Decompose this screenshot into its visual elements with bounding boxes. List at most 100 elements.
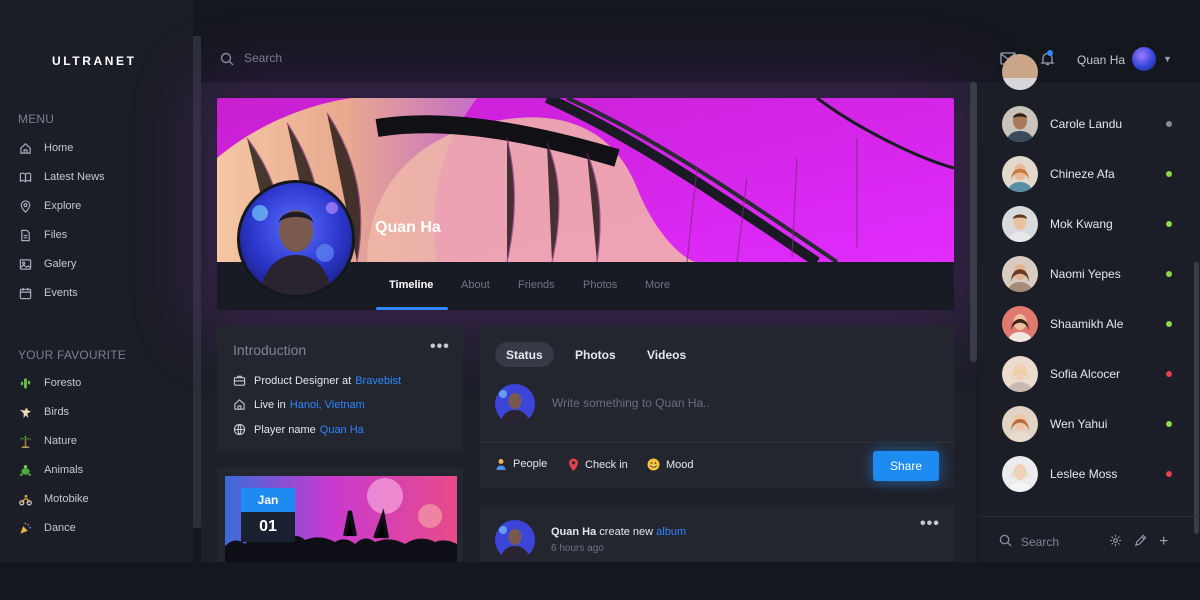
post-author-avatar[interactable] <box>495 520 535 560</box>
contact-name: Naomi Yepes <box>1050 267 1121 281</box>
sidebar-scrollbar[interactable] <box>193 36 201 528</box>
post-more-options-icon[interactable]: ••• <box>920 515 940 533</box>
menu-section-title: MENU <box>18 112 55 126</box>
party-popper-icon <box>18 521 32 535</box>
mood-button[interactable]: Mood <box>647 458 694 471</box>
bottom-strip <box>0 562 1200 600</box>
tab-friends[interactable]: Friends <box>518 279 555 291</box>
post-header: Quan Ha create new album <box>551 526 686 538</box>
tag-people-button[interactable]: People <box>495 458 547 470</box>
composer-tab-videos[interactable]: Videos <box>636 342 697 367</box>
location-pin-icon <box>18 199 32 213</box>
contact-name: Leslee Moss <box>1050 467 1118 481</box>
motorbike-icon <box>18 492 32 506</box>
tab-about[interactable]: About <box>461 279 490 291</box>
contact-item[interactable]: Carole Landu <box>1002 106 1172 142</box>
pencil-icon[interactable] <box>1134 534 1147 547</box>
tab-timeline[interactable]: Timeline <box>389 279 433 291</box>
contact-avatar <box>1002 206 1038 242</box>
check-in-label: Check in <box>585 458 628 471</box>
contact-item[interactable]: Chineze Afa <box>1002 156 1172 192</box>
status-online-indicator <box>1166 421 1172 427</box>
contact-avatar <box>1002 406 1038 442</box>
tag-people-label: People <box>513 458 548 470</box>
composer-divider <box>480 442 954 443</box>
sidebar-item-latest-news[interactable]: Latest News <box>18 170 105 184</box>
contact-item[interactable]: Leslee Moss <box>1002 456 1172 492</box>
post-timestamp: 6 hours ago <box>551 543 604 554</box>
gear-icon[interactable] <box>1109 534 1122 547</box>
cactus-icon <box>18 376 32 390</box>
status-away-indicator <box>1166 121 1172 127</box>
composer-input[interactable] <box>552 396 932 410</box>
contact-item[interactable]: Shaamikh Ale <box>1002 306 1172 342</box>
contact-item[interactable] <box>1002 54 1172 90</box>
composer-tab-photos[interactable]: Photos <box>564 342 627 367</box>
composer-tab-status[interactable]: Status <box>495 342 554 367</box>
post-author-name[interactable]: Quan Ha <box>551 526 596 538</box>
home-icon <box>18 141 32 155</box>
contact-name: Mok Kwang <box>1050 217 1113 231</box>
profile-name: Quan Ha <box>375 219 441 236</box>
location-link[interactable]: Hanoi, Vietnam <box>290 399 365 411</box>
plus-icon[interactable]: + <box>1159 533 1168 551</box>
tab-photos[interactable]: Photos <box>583 279 617 291</box>
briefcase-icon <box>233 374 246 387</box>
contact-name: Carole Landu <box>1050 117 1123 131</box>
sidebar-item-events[interactable]: Events <box>18 286 78 300</box>
status-online-indicator <box>1166 221 1172 227</box>
contact-item[interactable]: Wen Yahui <box>1002 406 1172 442</box>
sidebar-item-label: Birds <box>44 406 70 418</box>
search-icon <box>220 52 234 66</box>
sidebar-item-dance[interactable]: Dance <box>18 521 76 535</box>
mood-label: Mood <box>666 458 694 471</box>
sidebar-item-foresto[interactable]: Foresto <box>18 376 81 390</box>
contacts-search-input[interactable] <box>1021 535 1101 549</box>
contact-name: Wen Yahui <box>1050 417 1108 431</box>
image-icon <box>18 257 32 271</box>
sidebar-item-label: Animals <box>44 464 84 476</box>
status-busy-indicator <box>1166 371 1172 377</box>
status-busy-indicator <box>1166 471 1172 477</box>
brand-logo[interactable]: ULTRANET <box>52 54 137 68</box>
job-company-link[interactable]: Bravebist <box>355 375 401 387</box>
main-scrollbar[interactable] <box>970 82 977 362</box>
sidebar-item-label: Galery <box>44 258 77 270</box>
profile-avatar[interactable] <box>237 180 355 298</box>
turtle-icon <box>18 463 32 477</box>
tab-more[interactable]: More <box>645 279 670 291</box>
sidebar-item-label: Latest News <box>44 171 105 183</box>
favourites-section-title: YOUR FAVOURITE <box>18 348 126 362</box>
contacts-divider <box>978 516 1200 517</box>
sidebar-item-galery[interactable]: Galery <box>18 257 76 271</box>
person-icon <box>495 458 507 470</box>
search-input[interactable] <box>244 51 444 65</box>
event-month: Jan <box>241 488 295 512</box>
sidebar-item-home[interactable]: Home <box>18 141 73 155</box>
event-day: 01 <box>241 512 295 542</box>
sidebar-item-birds[interactable]: Birds <box>18 405 69 419</box>
home-icon <box>233 398 246 411</box>
file-icon <box>18 228 32 242</box>
contact-item[interactable]: Sofia Alcocer <box>1002 356 1172 392</box>
sidebar-item-motobike[interactable]: Motobike <box>18 492 89 506</box>
sidebar-item-label: Explore <box>44 200 82 212</box>
map-pin-icon <box>568 458 579 471</box>
eagle-icon <box>18 405 32 419</box>
more-options-icon[interactable]: ••• <box>430 338 450 356</box>
globe-icon <box>233 423 246 436</box>
contact-avatar <box>1002 106 1038 142</box>
contact-avatar <box>1002 156 1038 192</box>
contact-item[interactable]: Mok Kwang <box>1002 206 1172 242</box>
contact-avatar <box>1002 306 1038 342</box>
share-button[interactable]: Share <box>873 451 939 481</box>
post-album-link[interactable]: album <box>656 526 686 538</box>
sidebar-item-nature[interactable]: Nature <box>18 434 77 448</box>
sidebar-item-files[interactable]: Files <box>18 228 67 242</box>
contact-item[interactable]: Naomi Yepes <box>1002 256 1172 292</box>
sidebar-item-animals[interactable]: Animals <box>18 463 83 477</box>
sidebar-item-explore[interactable]: Explore <box>18 199 81 213</box>
check-in-button[interactable]: Check in <box>568 458 628 471</box>
player-name-link[interactable]: Quan Ha <box>320 424 364 436</box>
contacts-scrollbar[interactable] <box>1194 262 1199 534</box>
